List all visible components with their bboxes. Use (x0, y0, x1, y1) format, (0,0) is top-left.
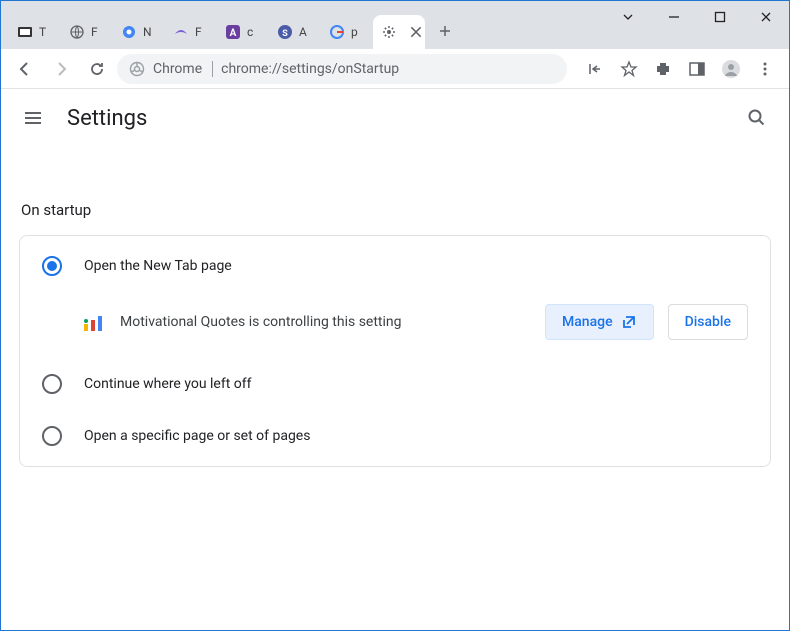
tab-0[interactable]: T (9, 15, 61, 49)
extensions-icon[interactable] (647, 53, 679, 85)
profile-icon[interactable] (715, 53, 747, 85)
svg-text:A: A (230, 28, 237, 39)
browser-window: T F N F A c S A (0, 0, 790, 631)
tab-label-6: p (351, 25, 358, 39)
tab-label-0: T (39, 25, 46, 39)
tab-label-3: F (195, 25, 202, 39)
hamburger-icon[interactable] (21, 106, 45, 130)
bookmark-icon[interactable] (613, 53, 645, 85)
settings-header: Settings (1, 89, 789, 147)
google-icon (329, 24, 345, 40)
menu-icon[interactable] (749, 53, 781, 85)
tab-2[interactable]: N (113, 15, 165, 49)
option-continue-label: Continue where you left off (84, 376, 252, 392)
tab-5[interactable]: S A (269, 15, 321, 49)
tab-label-4: c (247, 25, 253, 39)
extension-app-icon (80, 309, 106, 335)
option-specific-label: Open a specific page or set of pages (84, 428, 310, 444)
omnibox-url: chrome://settings/onStartup (221, 61, 399, 77)
settings-content: On startup Open the New Tab page Motivat… (1, 147, 789, 485)
tab-strip: T F N F A c S A (1, 9, 459, 49)
option-new-tab-label: Open the New Tab page (84, 258, 232, 274)
radio-new-tab[interactable] (42, 256, 62, 276)
manage-button[interactable]: Manage (545, 304, 654, 340)
close-icon[interactable] (409, 25, 423, 39)
minimize-button[interactable] (651, 1, 697, 33)
tab-label-2: N (143, 25, 152, 39)
tab-favicon-0 (17, 24, 33, 40)
extension-notice-row: Motivational Quotes is controlling this … (20, 292, 770, 358)
chevron-down-icon[interactable] (605, 1, 651, 33)
settings-favicon (381, 24, 397, 40)
wing-icon (173, 24, 189, 40)
globe-icon (69, 24, 85, 40)
back-button[interactable] (9, 53, 41, 85)
omnibox-prefix: Chrome (153, 61, 213, 77)
browser-toolbar: Chrome chrome://settings/onStartup (1, 49, 789, 89)
tab-3[interactable]: F (165, 15, 217, 49)
toolbar-actions (579, 53, 781, 85)
new-tab-button[interactable] (431, 17, 459, 45)
titlebar: T F N F A c S A (1, 1, 789, 49)
search-icon[interactable] (745, 106, 769, 130)
manage-button-label: Manage (562, 314, 613, 330)
reload-button[interactable] (81, 53, 113, 85)
tab-1[interactable]: F (61, 15, 113, 49)
startup-card: Open the New Tab page Motivational Quote… (19, 235, 771, 467)
tab-label-1: F (91, 25, 98, 39)
tab-6[interactable]: p (321, 15, 373, 49)
section-title: On startup (21, 201, 771, 219)
chrome-logo-icon (129, 61, 145, 77)
extension-notice-text: Motivational Quotes is controlling this … (120, 314, 531, 330)
tab-label-5: A (299, 25, 307, 39)
window-controls (605, 1, 789, 33)
chrome-icon (121, 24, 137, 40)
disable-button-label: Disable (685, 314, 731, 330)
option-new-tab[interactable]: Open the New Tab page (20, 240, 770, 292)
address-bar[interactable]: Chrome chrome://settings/onStartup (117, 54, 567, 84)
sidepanel-icon[interactable] (681, 53, 713, 85)
s-badge-icon: S (277, 24, 293, 40)
share-icon[interactable] (579, 53, 611, 85)
forward-button[interactable] (45, 53, 77, 85)
radio-specific[interactable] (42, 426, 62, 446)
tab-7-active[interactable]: S (373, 15, 425, 49)
a-badge-icon: A (225, 24, 241, 40)
svg-text:S: S (282, 29, 288, 39)
disable-button[interactable]: Disable (668, 304, 748, 340)
radio-continue[interactable] (42, 374, 62, 394)
option-specific[interactable]: Open a specific page or set of pages (20, 410, 770, 462)
option-continue[interactable]: Continue where you left off (20, 358, 770, 410)
page-title: Settings (67, 106, 147, 131)
close-button[interactable] (743, 1, 789, 33)
maximize-button[interactable] (697, 1, 743, 33)
external-link-icon (621, 314, 637, 330)
tab-4[interactable]: A c (217, 15, 269, 49)
